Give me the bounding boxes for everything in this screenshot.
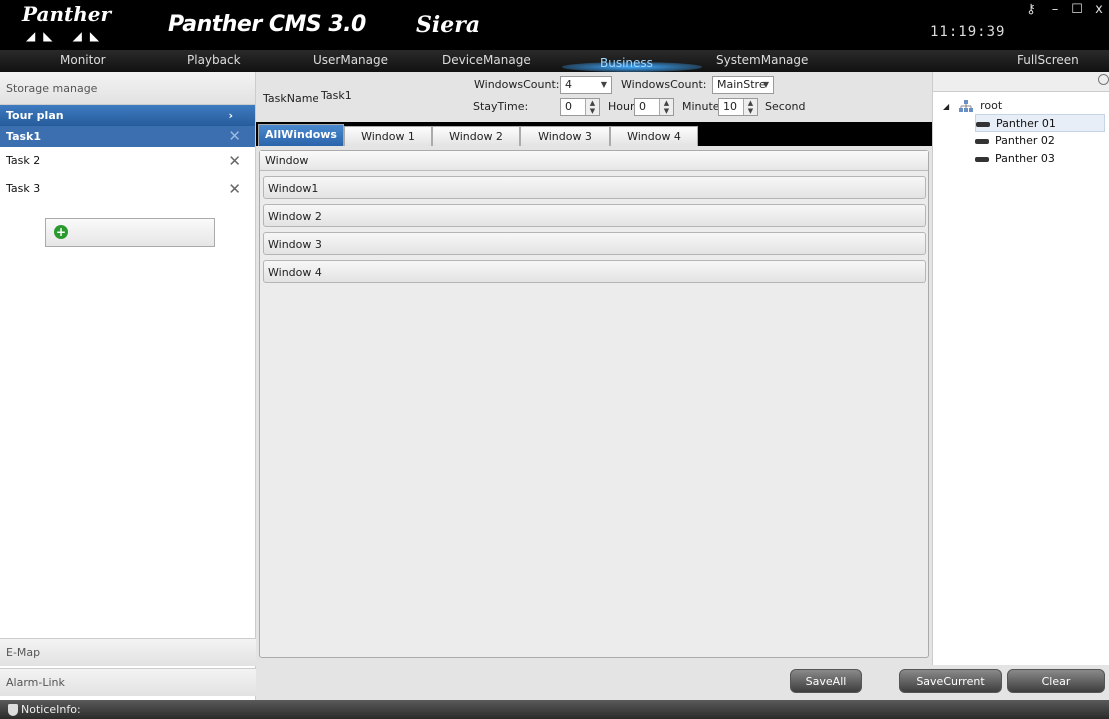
task-label: Task 2 <box>6 154 41 167</box>
expand-triangle-icon[interactable]: ◢ <box>943 102 949 111</box>
close-button[interactable]: x <box>1088 0 1109 20</box>
chevron-right-icon: › <box>228 109 233 122</box>
logo-text: Panther <box>22 2 112 26</box>
notice-info: NoticeInfo: <box>21 703 81 716</box>
task-label: Task 3 <box>6 182 41 195</box>
tree-root-label: root <box>980 99 1003 112</box>
chevron-down-icon: ▼ <box>600 80 607 89</box>
device-label: Panther 02 <box>995 134 1055 147</box>
minute-spinner[interactable]: 0 ▲ ▼ <box>634 98 674 116</box>
paw-icon: ◢◣ ◢◣ <box>26 29 108 43</box>
storage-manage-header[interactable]: Storage manage <box>0 72 255 105</box>
tree-device-panther-02[interactable]: Panther 02 <box>975 132 1105 150</box>
save-current-button[interactable]: SaveCurrent <box>899 669 1002 693</box>
window-tabs: AllWindows Window 1 Window 2 Window 3 Wi… <box>256 122 932 146</box>
window-row-3[interactable]: Window 3 <box>263 232 926 255</box>
camera-icon <box>975 138 989 144</box>
tab-allwindows[interactable]: AllWindows <box>258 124 344 146</box>
task-label: Task1 <box>6 130 42 143</box>
stream-label: WindowsCount: <box>621 78 707 91</box>
left-sidebar: Storage manage Tour plan › Task1 ✕ Task … <box>0 72 256 700</box>
task-item-2[interactable]: Task 2 ✕ <box>0 147 255 175</box>
save-all-button[interactable]: SaveAll <box>790 669 862 693</box>
minute-value: 0 <box>639 100 646 113</box>
alarm-link-section[interactable]: Alarm-Link <box>0 668 256 696</box>
device-label: Panther 03 <box>995 152 1055 165</box>
search-icon[interactable] <box>1098 74 1109 85</box>
add-task-button[interactable]: + <box>45 218 215 247</box>
network-icon <box>958 100 973 112</box>
windows-count-label: WindowsCount: <box>474 78 560 91</box>
stream-select[interactable]: MainStre ▼ <box>712 76 774 94</box>
task-item-3[interactable]: Task 3 ✕ <box>0 175 255 203</box>
panther-logo: Panther ◢◣ ◢◣ <box>22 4 132 46</box>
tree-device-panther-01[interactable]: Panther 01 <box>975 114 1105 132</box>
window-row-4[interactable]: Window 4 <box>263 260 926 283</box>
status-bar: NoticeInfo: <box>0 700 1109 719</box>
minimize-button[interactable]: – <box>1044 0 1066 20</box>
brand-logo: Siera <box>416 12 481 38</box>
chevron-down-icon: ▼ <box>762 80 769 89</box>
title-bar: Panther ◢◣ ◢◣ Panther CMS 3.0 Siera 11:1… <box>0 0 1109 50</box>
minute-label: Minute <box>682 100 720 113</box>
window-list-header: Window <box>260 151 928 171</box>
window-list: Window Window1 Window 2 Window 3 Window … <box>259 150 929 658</box>
key-icon[interactable]: ⚷ <box>1020 0 1042 20</box>
stream-value: MainStre <box>717 78 766 91</box>
device-label: Panther 01 <box>996 117 1056 130</box>
second-spinner[interactable]: 10 ▲ ▼ <box>718 98 758 116</box>
camera-icon <box>975 156 989 162</box>
tab-window-4[interactable]: Window 4 <box>610 126 698 146</box>
second-value: 10 <box>723 100 737 113</box>
hour-spinner[interactable]: 0 ▲ ▼ <box>560 98 600 116</box>
maximize-button[interactable]: ☐ <box>1066 0 1088 20</box>
menu-business[interactable]: Business <box>600 56 653 70</box>
spinner-arrows-icon[interactable]: ▲ ▼ <box>585 99 599 115</box>
menu-fullscreen[interactable]: FullScreen <box>1017 53 1079 67</box>
hour-value: 0 <box>565 100 572 113</box>
window-row-2[interactable]: Window 2 <box>263 204 926 227</box>
main-panel: TaskName: Task1 WindowsCount: 4 ▼ Window… <box>256 72 932 700</box>
tab-window-3[interactable]: Window 3 <box>520 126 610 146</box>
delete-icon[interactable]: ✕ <box>228 126 241 147</box>
taskname-label: TaskName: <box>263 92 323 105</box>
spinner-arrows-icon[interactable]: ▲ ▼ <box>743 99 757 115</box>
emap-section[interactable]: E-Map <box>0 638 256 666</box>
tree-device-panther-03[interactable]: Panther 03 <box>975 150 1105 168</box>
shield-icon <box>8 704 18 716</box>
delete-icon[interactable]: ✕ <box>228 147 241 175</box>
tour-plan-label: Tour plan <box>6 109 64 122</box>
windows-count-value: 4 <box>565 78 572 91</box>
menu-bar: Monitor Playback UserManage DeviceManage… <box>0 50 1109 72</box>
menu-monitor[interactable]: Monitor <box>60 53 106 67</box>
plus-icon: + <box>54 225 68 239</box>
clear-button[interactable]: Clear <box>1007 669 1105 693</box>
taskname-input[interactable]: Task1 <box>318 88 470 106</box>
hour-label: Hour <box>608 100 635 113</box>
task-item-1[interactable]: Task1 ✕ <box>0 126 255 147</box>
menu-playback[interactable]: Playback <box>187 53 241 67</box>
device-search[interactable] <box>933 72 1109 92</box>
tab-window-2[interactable]: Window 2 <box>432 126 520 146</box>
app-title: Panther CMS 3.0 <box>168 12 366 37</box>
device-tree-panel: ◢ root Panther 01 Panther 02 Panther 03 <box>932 72 1109 700</box>
tour-plan-header[interactable]: Tour plan › <box>0 105 255 126</box>
windows-count-select[interactable]: 4 ▼ <box>560 76 612 94</box>
window-row-1[interactable]: Window1 <box>263 176 926 199</box>
action-bar: SaveAll SaveCurrent Clear <box>256 665 1109 700</box>
staytime-label: StayTime: <box>473 100 529 113</box>
delete-icon[interactable]: ✕ <box>228 175 241 203</box>
menu-usermanage[interactable]: UserManage <box>313 53 388 67</box>
tree-root[interactable]: ◢ root <box>943 98 1002 114</box>
clock-display: 11:19:39 <box>930 24 1006 40</box>
spinner-arrows-icon[interactable]: ▲ ▼ <box>659 99 673 115</box>
camera-icon <box>976 121 990 127</box>
tab-window-1[interactable]: Window 1 <box>344 126 432 146</box>
menu-systemmanage[interactable]: SystemManage <box>716 53 808 67</box>
second-label: Second <box>765 100 806 113</box>
menu-devicemanage[interactable]: DeviceManage <box>442 53 531 67</box>
